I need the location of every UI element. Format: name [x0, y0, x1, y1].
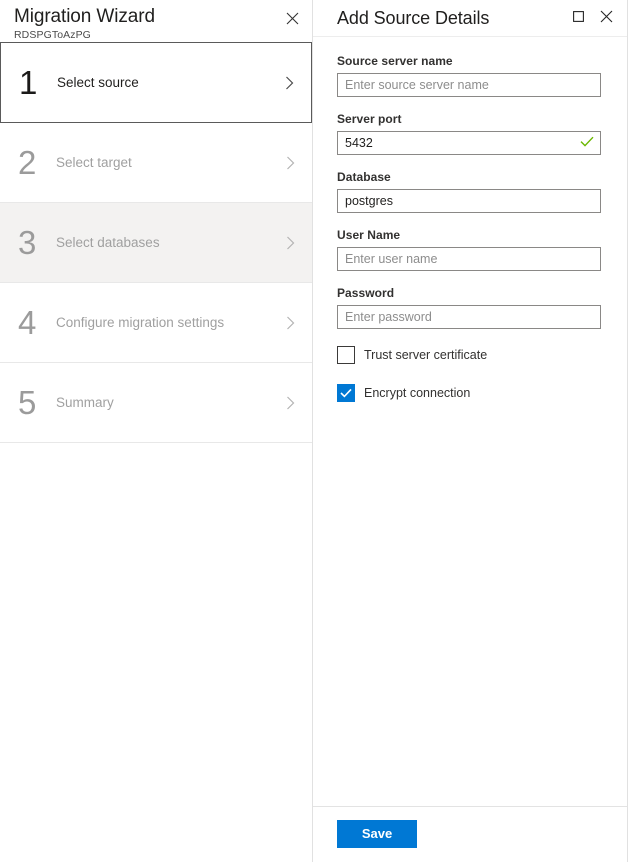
password-input[interactable]: [337, 305, 601, 329]
close-icon[interactable]: [279, 5, 305, 31]
sidebar-item-select-databases[interactable]: 3 Select databases: [0, 203, 312, 283]
details-title: Add Source Details: [337, 7, 489, 29]
sidebar-item-select-target[interactable]: 2 Select target: [0, 123, 312, 203]
server-port-input[interactable]: [337, 131, 601, 155]
trust-server-certificate-checkbox[interactable]: [337, 346, 355, 364]
step-label: Summary: [56, 394, 282, 412]
chevron-right-icon: [282, 315, 298, 331]
details-footer: Save: [313, 806, 627, 862]
checkbox-row-trust-server-certificate[interactable]: Trust server certificate: [337, 343, 601, 367]
maximize-icon[interactable]: [565, 3, 591, 29]
step-number: 5: [18, 384, 56, 422]
step-label: Select target: [56, 154, 282, 172]
field-label: Password: [337, 285, 601, 301]
wizard-subtitle: RDSPGToAzPG: [14, 29, 298, 42]
field-user-name: User Name: [337, 227, 601, 271]
field-password: Password: [337, 285, 601, 329]
migration-wizard-window: Migration Wizard RDSPGToAzPG 1 Select so…: [0, 0, 628, 862]
field-label: Source server name: [337, 53, 601, 69]
field-database: Database: [337, 169, 601, 213]
step-number: 4: [18, 304, 56, 342]
field-label: User Name: [337, 227, 601, 243]
field-source-server-name: Source server name: [337, 53, 601, 97]
add-source-details-panel: Add Source Details Source server name: [313, 0, 628, 862]
chevron-right-icon: [282, 235, 298, 251]
input-wrapper: [337, 73, 601, 97]
wizard-header: Migration Wizard RDSPGToAzPG: [0, 0, 312, 42]
details-header: Add Source Details: [313, 0, 627, 36]
close-icon[interactable]: [593, 3, 619, 29]
step-number: 1: [19, 64, 57, 102]
input-wrapper: [337, 189, 601, 213]
input-wrapper: [337, 131, 601, 155]
database-input[interactable]: [337, 189, 601, 213]
page-title: Migration Wizard: [14, 5, 298, 28]
input-wrapper: [337, 247, 601, 271]
details-form: Source server name Server port: [313, 36, 627, 806]
field-server-port: Server port: [337, 111, 601, 155]
encrypt-connection-checkbox[interactable]: [337, 384, 355, 402]
input-wrapper: [337, 305, 601, 329]
chevron-right-icon: [282, 155, 298, 171]
checkbox-label: Encrypt connection: [364, 384, 470, 402]
wizard-panel: Migration Wizard RDSPGToAzPG 1 Select so…: [0, 0, 313, 862]
field-label: Database: [337, 169, 601, 185]
chevron-right-icon: [281, 75, 297, 91]
save-button[interactable]: Save: [337, 820, 417, 848]
chevron-right-icon: [282, 395, 298, 411]
step-label: Configure migration settings: [56, 314, 282, 332]
wizard-steps-list: 1 Select source 2 Select target: [0, 42, 312, 862]
source-server-name-input[interactable]: [337, 73, 601, 97]
sidebar-item-summary[interactable]: 5 Summary: [0, 363, 312, 443]
details-header-actions: [565, 3, 619, 29]
checkbox-label: Trust server certificate: [364, 346, 487, 364]
step-label: Select databases: [56, 234, 282, 252]
sidebar-item-configure-migration-settings[interactable]: 4 Configure migration settings: [0, 283, 312, 363]
user-name-input[interactable]: [337, 247, 601, 271]
sidebar-item-select-source[interactable]: 1 Select source: [0, 42, 312, 123]
step-number: 2: [18, 144, 56, 182]
field-label: Server port: [337, 111, 601, 127]
step-number: 3: [18, 224, 56, 262]
checkbox-row-encrypt-connection[interactable]: Encrypt connection: [337, 381, 601, 405]
step-label: Select source: [57, 74, 281, 92]
